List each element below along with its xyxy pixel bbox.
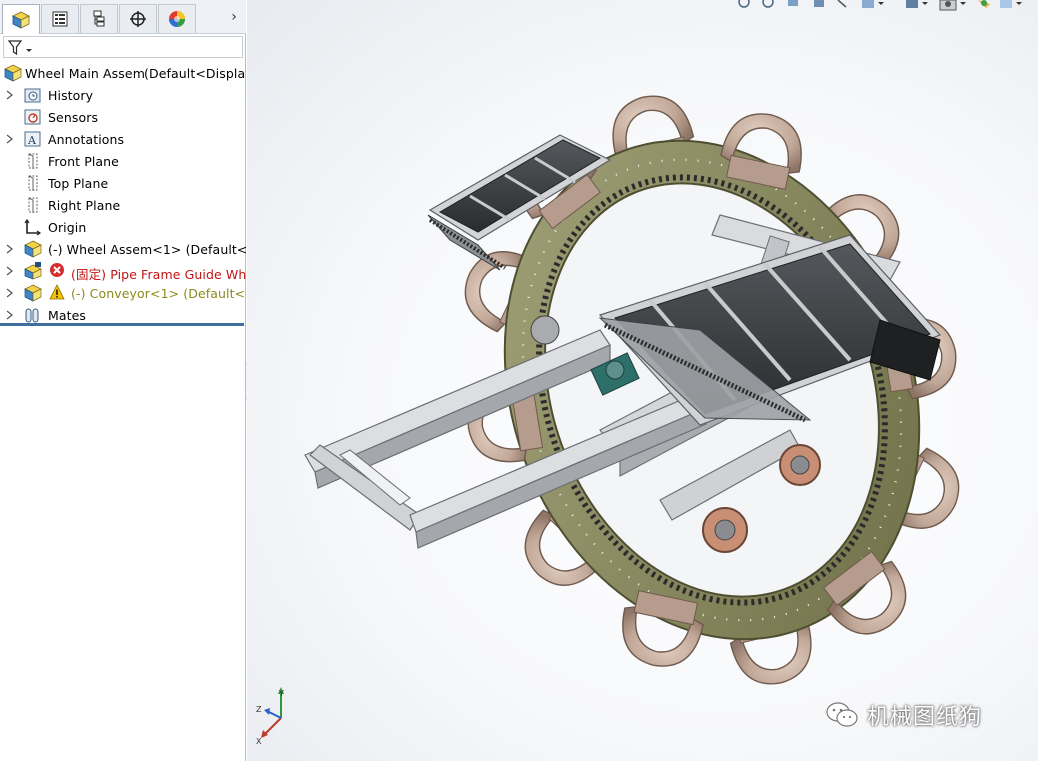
tree-item-conveyor[interactable]: (-) Conveyor<1> (Default<Dis — [0, 282, 246, 304]
filter-icon[interactable] — [7, 39, 35, 57]
subassembly-error-icon — [24, 262, 42, 280]
propertymanager-tab[interactable] — [41, 4, 79, 33]
tree-item-history[interactable]: History — [0, 84, 246, 106]
assembly-icon — [12, 11, 30, 29]
tree-end-marker — [0, 323, 244, 326]
expand-arrow-icon[interactable] — [6, 310, 14, 320]
assembly-3d-model[interactable] — [247, 0, 1038, 761]
triad-x-label: X — [256, 737, 262, 746]
tree-item-annotations[interactable]: A Annotations — [0, 128, 246, 150]
tree-item-sensors[interactable]: Sensors — [0, 106, 246, 128]
triad-z-label: Z — [256, 705, 262, 714]
tree-item-front-plane[interactable]: Front Plane — [0, 150, 246, 172]
root-config: (Default<Display — [144, 66, 246, 81]
expand-arrow-icon[interactable] — [6, 90, 14, 100]
warning-icon — [49, 284, 65, 300]
tree-item-right-plane[interactable]: Right Plane — [0, 194, 246, 216]
history-folder-icon — [24, 88, 41, 103]
tree-item-label: Sensors — [48, 110, 99, 125]
expand-arrow-icon[interactable] — [6, 134, 14, 144]
feature-manager-panel: › Wheel Main Assem (Default<Display Hist… — [0, 0, 246, 761]
wechat-icon — [826, 702, 858, 727]
featuremanager-tab[interactable] — [2, 4, 40, 34]
crosshair-icon — [130, 11, 146, 27]
triad-z-axis — [268, 711, 282, 719]
triad-x-axis — [264, 717, 282, 735]
tree-item-label: Top Plane — [48, 176, 109, 191]
panel-tab-bar: › — [0, 0, 246, 34]
dimxpert-tab[interactable] — [119, 4, 157, 33]
subassembly-warning-icon — [24, 284, 42, 302]
annotation-icon: A — [24, 131, 41, 147]
graphics-area[interactable]: Y Z X 机械图纸狗 — [247, 0, 1038, 761]
tree-item-label: Mates — [48, 308, 87, 323]
watermark: 机械图纸狗 — [825, 698, 982, 732]
tree-item-label: (-) Wheel Assem<1> (Default<Dis — [48, 242, 246, 257]
plane-icon — [28, 197, 38, 213]
tree-item-label: (固定) Pipe Frame Guide Whee — [71, 267, 246, 282]
displaymanager-tab[interactable] — [158, 4, 196, 33]
tree-item-label: Origin — [48, 220, 87, 235]
configuration-icon — [93, 10, 105, 27]
plane-icon — [28, 153, 38, 169]
tree-item-pipe-frame-guide[interactable]: (固定) Pipe Frame Guide Whee — [0, 260, 246, 282]
root-label: Wheel Main Assem — [25, 66, 145, 81]
svg-text:A: A — [27, 134, 37, 147]
filter-row — [0, 34, 246, 60]
plane-icon — [28, 175, 38, 191]
expand-arrow-icon[interactable] — [6, 288, 14, 298]
mates-icon — [25, 308, 39, 323]
tree-root-assembly[interactable]: Wheel Main Assem (Default<Display — [0, 62, 246, 84]
tree-item-label: (-) Conveyor<1> (Default<Dis — [71, 286, 246, 301]
tree-item-label: History — [48, 88, 94, 103]
tree-item-label: Front Plane — [48, 154, 119, 169]
origin-icon — [24, 218, 42, 236]
watermark-text: 机械图纸狗 — [867, 705, 983, 730]
assembly-icon — [4, 64, 22, 82]
tree-filter-input[interactable] — [3, 36, 243, 58]
triad-y-label: Y — [278, 689, 284, 698]
property-list-icon — [52, 11, 68, 27]
expand-arrow-icon[interactable] — [6, 266, 14, 276]
expand-arrow-icon[interactable] — [6, 244, 14, 254]
color-wheel-icon — [169, 11, 185, 27]
sensor-icon — [24, 109, 41, 125]
tree-item-top-plane[interactable]: Top Plane — [0, 172, 246, 194]
tab-scroll-right-icon[interactable]: › — [226, 9, 242, 25]
tree-item-label: Annotations — [48, 132, 125, 147]
tree-item-origin[interactable]: Origin — [0, 216, 246, 238]
error-icon — [50, 263, 64, 277]
tree-item-label: Right Plane — [48, 198, 121, 213]
subassembly-icon — [24, 240, 42, 258]
tree-item-wheel-assem[interactable]: (-) Wheel Assem<1> (Default<Dis — [0, 238, 246, 260]
configurationmanager-tab[interactable] — [80, 4, 118, 33]
view-triad: Y Z X — [256, 687, 284, 746]
